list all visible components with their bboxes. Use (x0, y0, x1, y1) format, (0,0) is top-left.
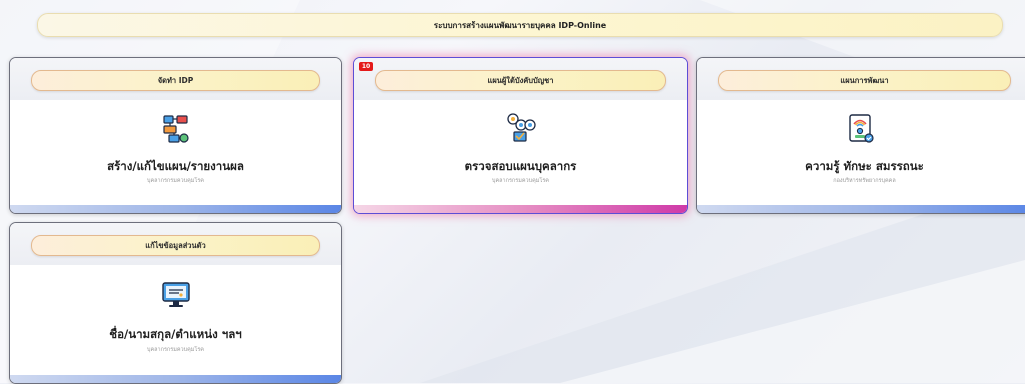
card-header-pill: จัดทำ IDP (31, 70, 320, 91)
card-review-subordinates[interactable]: แผนผู้ใต้บังคับบัญชา 10 ตรวจสอบแผนบุคลาก… (353, 57, 688, 214)
page-title-text: ระบบการสร้างแผนพัฒนารายบุคคล IDP-Online (433, 20, 607, 30)
card-sub-label: บุคลากรกรมควบคุมโรค (147, 347, 204, 353)
page-title: ระบบการสร้างแผนพัฒนารายบุคคล IDP-Online (37, 13, 1003, 37)
card-body: ชื่อ/นามสกุล/ตำแหน่ง ฯลฯ บุคลากรกรมควบคุ… (10, 265, 341, 375)
flowchart-icon (162, 115, 189, 143)
card-body: ความรู้ ทักษะ สมรรถนะ กองบริหารทรัพยากรบ… (697, 100, 1025, 205)
card-sub-label: บุคลากรกรมควบคุมโรค (147, 178, 204, 184)
notification-badge: 10 (359, 62, 373, 71)
card-sub-label: กองบริหารทรัพยากรบุคคล (833, 178, 896, 184)
card-main-label: ความรู้ ทักษะ สมรรถนะ (805, 159, 924, 173)
card-footer (697, 205, 1025, 213)
card-main-label: สร้าง/แก้ไขแผน/รายงานผล (107, 159, 244, 173)
card-sub-label: บุคลากรกรมควบคุมโรค (492, 178, 549, 184)
card-body: ตรวจสอบแผนบุคลากร บุคลากรกรมควบคุมโรค (354, 100, 687, 205)
monitor-icon (161, 282, 190, 307)
certificate-icon (848, 114, 874, 143)
card-header-pill: แผนการพัฒนา (718, 70, 1011, 91)
card-header-pill: แก้ไขข้อมูลส่วนตัว (31, 235, 320, 256)
card-edit-profile[interactable]: แก้ไขข้อมูลส่วนตัว ชื่อ/นามสกุล/ตำแหน่ง … (9, 222, 342, 384)
card-development-plan[interactable]: แผนการพัฒนา ความรู้ ทักษะ สมรรถนะ กองบริ… (696, 57, 1025, 214)
card-footer (10, 205, 341, 213)
card-header: แผนการพัฒนา (697, 58, 1025, 100)
card-header: จัดทำ IDP (10, 58, 341, 100)
card-main-label: ตรวจสอบแผนบุคลากร (464, 159, 577, 173)
card-footer (354, 205, 687, 213)
card-header: แก้ไขข้อมูลส่วนตัว (10, 223, 341, 265)
card-main-label: ชื่อ/นามสกุล/ตำแหน่ง ฯลฯ (109, 327, 242, 341)
card-header: แผนผู้ใต้บังคับบัญชา (354, 58, 687, 100)
card-body: สร้าง/แก้ไขแผน/รายงานผล บุคลากรกรมควบคุม… (10, 100, 341, 205)
card-header-pill: แผนผู้ใต้บังคับบัญชา (375, 70, 666, 91)
card-footer (10, 375, 341, 383)
card-create-plan[interactable]: จัดทำ IDP สร้าง/แก้ไขแผน/รายงานผล บุคลาก… (9, 57, 342, 214)
team-review-icon (506, 113, 536, 142)
